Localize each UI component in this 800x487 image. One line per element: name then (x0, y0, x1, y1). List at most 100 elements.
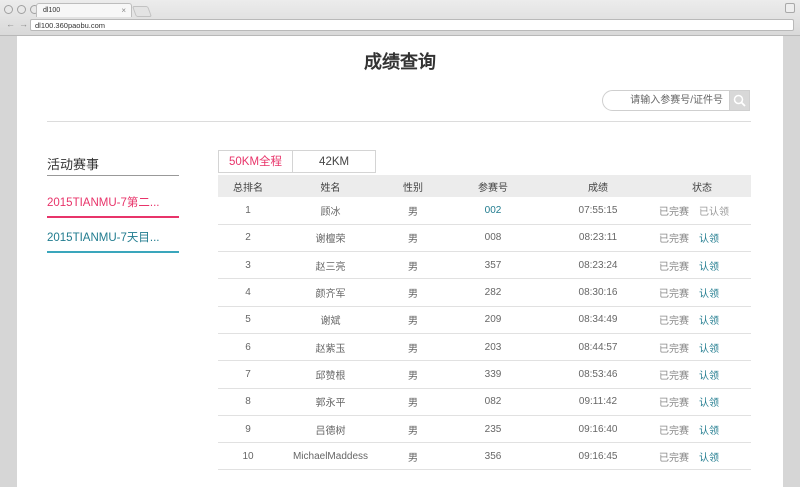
nav-buttons: ← → (6, 19, 28, 29)
close-tab-icon[interactable]: × (121, 4, 126, 17)
rank-cell: 8 (218, 388, 278, 416)
sidebar-event-active[interactable]: 2015TIANMU-7第二... (47, 194, 179, 218)
tab-42km[interactable]: 42KM (292, 150, 377, 173)
page-content: 成绩查询 活动赛事 2015TIANMU-7第二... 2015TIANMU-7… (17, 36, 783, 487)
time-cell: 08:30:16 (543, 278, 653, 307)
bib-cell: 008 (443, 224, 543, 253)
claim-link[interactable]: 认领 (699, 262, 719, 273)
time-cell: 08:53:46 (543, 360, 653, 389)
header-rank: 总排名 (218, 175, 278, 197)
browser-chrome: dl100 × ← → dl100.360paobu.com (0, 0, 800, 36)
gender-cell: 男 (383, 197, 443, 225)
search-button[interactable] (729, 90, 750, 111)
header-time: 成绩 (543, 175, 653, 197)
gender-cell: 男 (383, 278, 443, 307)
name-cell: 郭永平 (278, 388, 383, 416)
table-row: 1 顾冰男 002 07:55:15 已完赛 已认领 (218, 197, 751, 225)
page-title: 成绩查询 (364, 52, 436, 72)
table-row: 7 邱赞根男 339 08:53:46 已完赛 认领 (218, 360, 751, 389)
bib-cell: 235 (443, 415, 543, 444)
table-row: 2 谢檀荣男 008 08:23:11 已完赛 认领 (218, 224, 751, 253)
table-header-row: 总排名 姓名 性别 参赛号 成绩 状态 (218, 175, 751, 197)
browser-tab-title: dl100 (43, 7, 61, 14)
header-divider (47, 121, 751, 122)
claim-link[interactable]: 认领 (699, 234, 719, 245)
gender-cell: 男 (383, 333, 443, 362)
bib-cell: 203 (443, 333, 543, 362)
sidebar-event[interactable]: 2015TIANMU-7天目... (47, 229, 179, 253)
tab-50km[interactable]: 50KM全程 (218, 150, 293, 173)
claim-link[interactable]: 认领 (699, 426, 719, 437)
rank-cell: 10 (218, 442, 278, 471)
time-cell: 09:11:42 (543, 388, 653, 416)
finish-status: 已完赛 (659, 261, 689, 273)
claim-link[interactable]: 认领 (699, 289, 719, 300)
finish-status: 已完赛 (659, 206, 689, 218)
time-cell: 08:23:24 (543, 251, 653, 280)
name-cell: 顾冰 (278, 197, 383, 225)
status-cell: 已完赛 认领 (653, 388, 751, 416)
finish-status: 已完赛 (659, 425, 689, 437)
gender-cell: 男 (383, 251, 443, 280)
address-bar[interactable]: dl100.360paobu.com (30, 19, 794, 31)
close-window-button[interactable] (4, 5, 13, 14)
status-cell: 已完赛 认领 (653, 306, 751, 334)
time-cell: 08:34:49 (543, 306, 653, 334)
status-cell: 已完赛 认领 (653, 224, 751, 253)
finish-status: 已完赛 (659, 370, 689, 382)
finish-status: 已完赛 (659, 289, 689, 301)
table-row: 5 谢斌男 209 08:34:49 已完赛 认领 (218, 306, 751, 334)
table-row: 9 吕德树男 235 09:16:40 已完赛 认领 (218, 415, 751, 444)
name-cell: 谢檀荣 (278, 224, 383, 253)
status-cell: 已完赛 认领 (653, 360, 751, 389)
sidebar-title: 活动赛事 (47, 157, 100, 172)
table-row: 8 郭永平男 082 09:11:42 已完赛 认领 (218, 388, 751, 416)
name-cell: 邱赞根 (278, 360, 383, 389)
status-cell: 已完赛 已认领 (653, 197, 751, 225)
claim-link[interactable]: 认领 (699, 316, 719, 327)
header-name: 姓名 (278, 175, 383, 197)
finish-status: 已完赛 (659, 398, 689, 410)
header-bib: 参赛号 (443, 175, 543, 197)
status-cell: 已完赛 认领 (653, 442, 751, 471)
gender-cell: 男 (383, 442, 443, 471)
rank-cell: 9 (218, 415, 278, 444)
minimize-window-button[interactable] (17, 5, 26, 14)
finish-status: 已完赛 (659, 452, 689, 464)
rank-cell: 2 (218, 224, 278, 253)
bib-cell: 209 (443, 306, 543, 334)
name-cell: 颜齐军 (278, 278, 383, 307)
rank-cell: 1 (218, 197, 278, 225)
sidebar-divider (47, 175, 179, 176)
fullscreen-button[interactable] (785, 3, 795, 13)
browser-tab[interactable]: dl100 × (36, 3, 132, 17)
claim-link[interactable]: 认领 (699, 453, 719, 464)
name-cell: 赵三亮 (278, 251, 383, 280)
distance-tabs: 50KM全程 42KM (218, 150, 377, 173)
time-cell: 07:55:15 (543, 197, 653, 225)
gender-cell: 男 (383, 306, 443, 334)
rank-cell: 5 (218, 306, 278, 334)
status-cell: 已完赛 认领 (653, 415, 751, 444)
name-cell: 赵紫玉 (278, 333, 383, 362)
gender-cell: 男 (383, 388, 443, 416)
table-row: 3 赵三亮男 357 08:23:24 已完赛 认领 (218, 251, 751, 280)
bib-cell: 082 (443, 388, 543, 416)
claim-link[interactable]: 认领 (699, 371, 719, 382)
status-cell: 已完赛 认领 (653, 278, 751, 307)
claim-link[interactable]: 认领 (699, 344, 719, 355)
back-arrow-icon[interactable]: ← (6, 19, 15, 29)
forward-arrow-icon[interactable]: → (19, 19, 28, 29)
bib-cell: 357 (443, 251, 543, 280)
window-controls (4, 5, 39, 14)
claim-link[interactable]: 认领 (699, 398, 719, 409)
search-input[interactable] (611, 93, 723, 108)
header-gender: 性别 (383, 175, 443, 197)
search-icon (733, 94, 746, 107)
results-table: 总排名 姓名 性别 参赛号 成绩 状态 1 顾冰男 002 07:55:15 已完赛 已认… (218, 175, 751, 471)
new-tab-button[interactable] (131, 6, 153, 17)
bib-cell[interactable]: 002 (443, 197, 543, 225)
gender-cell: 男 (383, 224, 443, 253)
table-row: 4 颜齐军男 282 08:30:16 已完赛 认领 (218, 278, 751, 307)
table-row: 10 MichaelMaddess 男 356 09:16:45 已完赛 认领 (218, 442, 751, 471)
